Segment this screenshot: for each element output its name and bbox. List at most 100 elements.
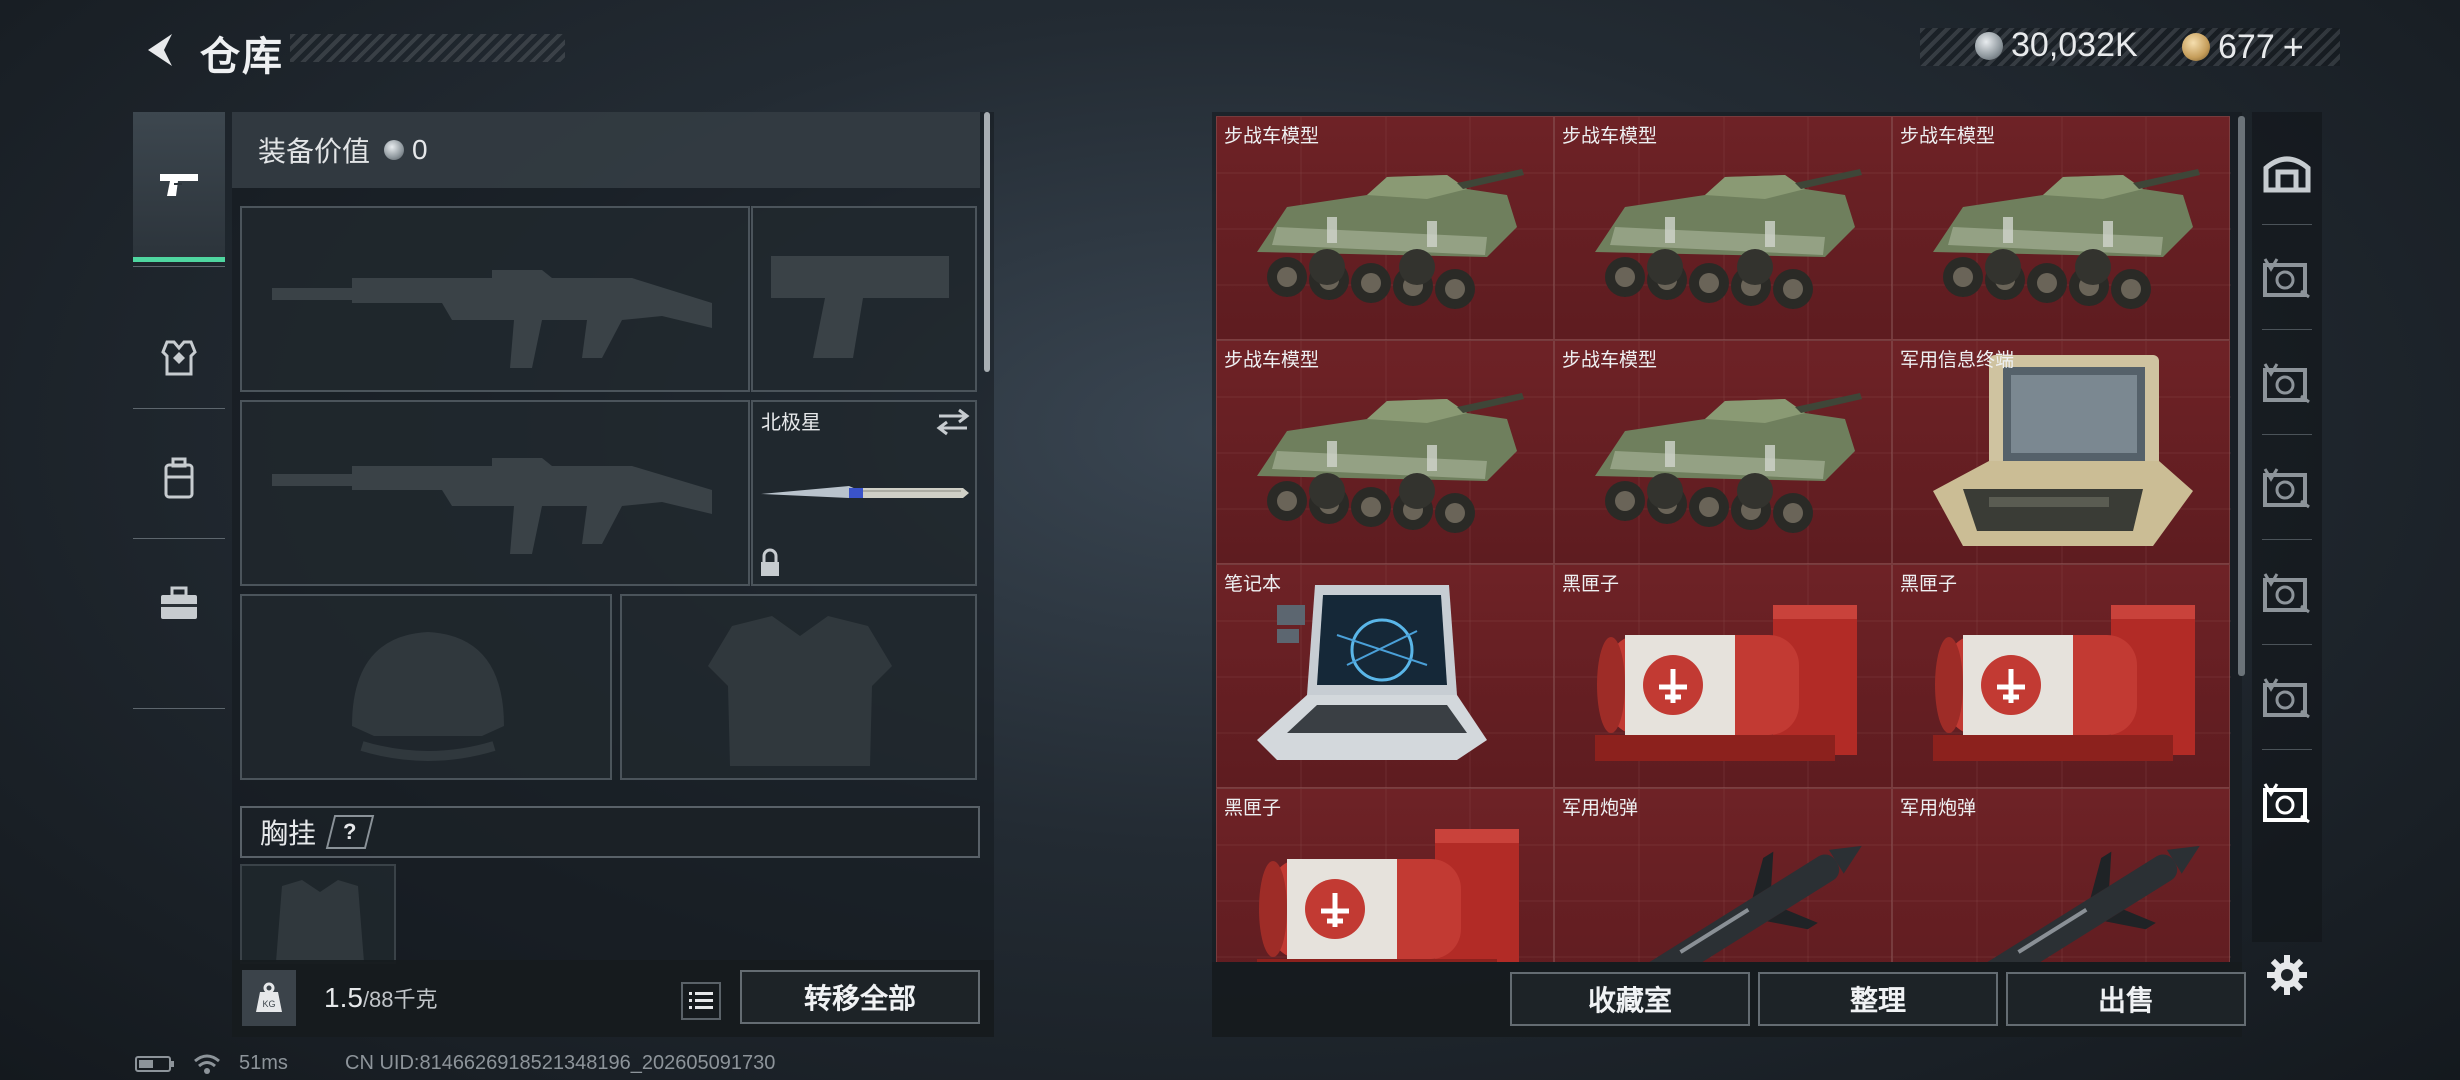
stash-item[interactable]: 步战车模型 [1216,340,1555,565]
lock-icon [761,548,779,576]
body-armor-slot[interactable] [620,594,977,780]
stash-v-icon [2263,678,2310,719]
rifle-silhouette-icon [272,270,712,368]
stash-page-tab[interactable] [2252,342,2322,422]
list-view-button[interactable] [681,982,721,1020]
stash-item-label: 军用炮弹 [1562,798,1639,819]
collection-room-button[interactable]: 收藏室 [1510,972,1750,1026]
organize-button[interactable]: 整理 [1758,972,1998,1026]
svg-text:KG: KG [262,999,275,1009]
ifv-model-icon [1217,117,1555,341]
left-tab-rail [133,108,225,710]
wifi-icon [194,1054,220,1074]
stash-v-icon [2263,363,2310,404]
weight-icon: KG [242,970,296,1026]
stash-page-tab[interactable] [2252,132,2322,212]
tab-armor[interactable] [133,308,225,408]
title-decoration [290,34,565,62]
military-terminal-icon [1893,341,2231,565]
stash-item[interactable]: 黑匣子 [1216,788,1555,962]
silver-coin-icon [1975,31,2003,60]
gold-coin-icon [2182,33,2210,61]
melee-slot[interactable]: 北极星 [751,400,977,586]
sell-button[interactable]: 出售 [2006,972,2246,1026]
list-icon [689,992,713,1009]
stash-item[interactable]: 军用炮弹 [1892,788,2231,962]
stash-item-label: 步战车模型 [1224,350,1320,371]
stash-iv-icon [2263,573,2310,614]
stash-item-label: 军用信息终端 [1900,350,2015,371]
black-box-icon [1555,565,1893,789]
ifv-model-icon [1217,341,1555,565]
stash-page-tab[interactable] [2252,657,2322,737]
settings-button[interactable] [2262,950,2312,1000]
stash-item-label: 黑匣子 [1562,574,1620,595]
swap-icon [936,408,970,436]
stash-item[interactable]: 黑匣子 [1892,564,2231,789]
stash-item-label: 笔记本 [1224,574,1282,595]
stash-home-icon [2263,156,2311,193]
backpack-icon [164,457,194,499]
pistol-icon [160,173,198,196]
stash-item[interactable]: 笔记本 [1216,564,1555,789]
tab-briefcase[interactable] [133,553,225,653]
ifv-model-icon [1555,341,1893,565]
stash-scrollbar[interactable] [2238,116,2245,676]
stash-item-label: 步战车模型 [1224,126,1320,147]
briefcase-icon [161,586,197,619]
primary-weapon-slot[interactable] [240,206,750,392]
gold-amount: 677 [2218,27,2275,66]
stash-page-tab[interactable] [2252,762,2322,842]
add-gold-button[interactable]: + [2283,26,2304,68]
stash-item-label: 步战车模型 [1562,126,1658,147]
armor-silhouette-icon [708,616,892,766]
ping-text: 51ms [239,1052,288,1074]
stash-grid: 步战车模型 步战车模型 步战车模型 步战车模型 步战车模型 军用信息终端 笔记本 黑匣子 黑匣子… [1216,116,2234,962]
helmet-slot[interactable] [240,594,612,780]
stash-item[interactable]: 军用信息终端 [1892,340,2231,565]
chest-rig-slot[interactable] [240,864,396,964]
stash-item[interactable]: 军用炮弹 [1554,788,1893,962]
helmet-silhouette-icon [352,632,504,761]
stash-item[interactable]: 步战车模型 [1216,116,1555,341]
silver-amount: 30,032K [2011,26,2138,64]
pistol-silhouette-icon [771,256,949,358]
help-button[interactable]: ? [325,815,375,849]
silver-coin-icon [384,140,405,160]
tab-backpack[interactable] [133,428,225,528]
stash-page-tab[interactable] [2252,552,2322,632]
stash-page-tabs [2252,112,2322,942]
black-box-icon [1893,565,2231,789]
chest-rig-label: 胸挂 [260,818,317,849]
back-button[interactable] [130,22,190,78]
equipment-footer: KG 1.5/88千克 转移全部 [232,960,994,1037]
stash-v-icon-active [2263,783,2310,824]
secondary-primary-weapon-slot[interactable] [240,400,750,586]
equipment-value-header: 装备价值 0 [232,112,980,188]
status-bar: 51ms [135,1052,288,1075]
transfer-all-button[interactable]: 转移全部 [740,970,980,1024]
stash-page-tab[interactable] [2252,237,2322,317]
stash-item[interactable]: 步战车模型 [1554,340,1893,565]
gear-icon [2267,955,2307,995]
rifle-silhouette-icon [272,458,712,554]
stash-item-label: 黑匣子 [1900,574,1958,595]
vest-icon [161,340,197,376]
tab-weapon[interactable] [133,112,225,262]
stash-item[interactable]: 步战车模型 [1892,116,2231,341]
stash-item[interactable]: 黑匣子 [1554,564,1893,789]
stash-page-tab[interactable] [2252,447,2322,527]
stash-panel: 步战车模型 步战车模型 步战车模型 步战车模型 步战车模型 军用信息终端 笔记本 黑匣子 黑匣子… [1212,112,2246,1037]
stash-item-label: 步战车模型 [1900,126,1996,147]
equipment-scrollbar[interactable] [984,112,990,372]
gold-currency[interactable]: 677 + [2182,26,2304,68]
secondary-weapon-slot[interactable] [751,206,977,392]
equipment-value-label: 装备价值 [258,136,371,167]
equipment-value: 0 [384,134,428,166]
page-title: 仓库 [200,35,284,79]
uid-text: CN UID:8146626918521348196_202605091730 [345,1052,776,1074]
chest-rig-header: 胸挂 ? [240,806,980,858]
stash-item[interactable]: 步战车模型 [1554,116,1893,341]
laptop-icon [1217,565,1555,789]
ifv-model-icon [1555,117,1893,341]
